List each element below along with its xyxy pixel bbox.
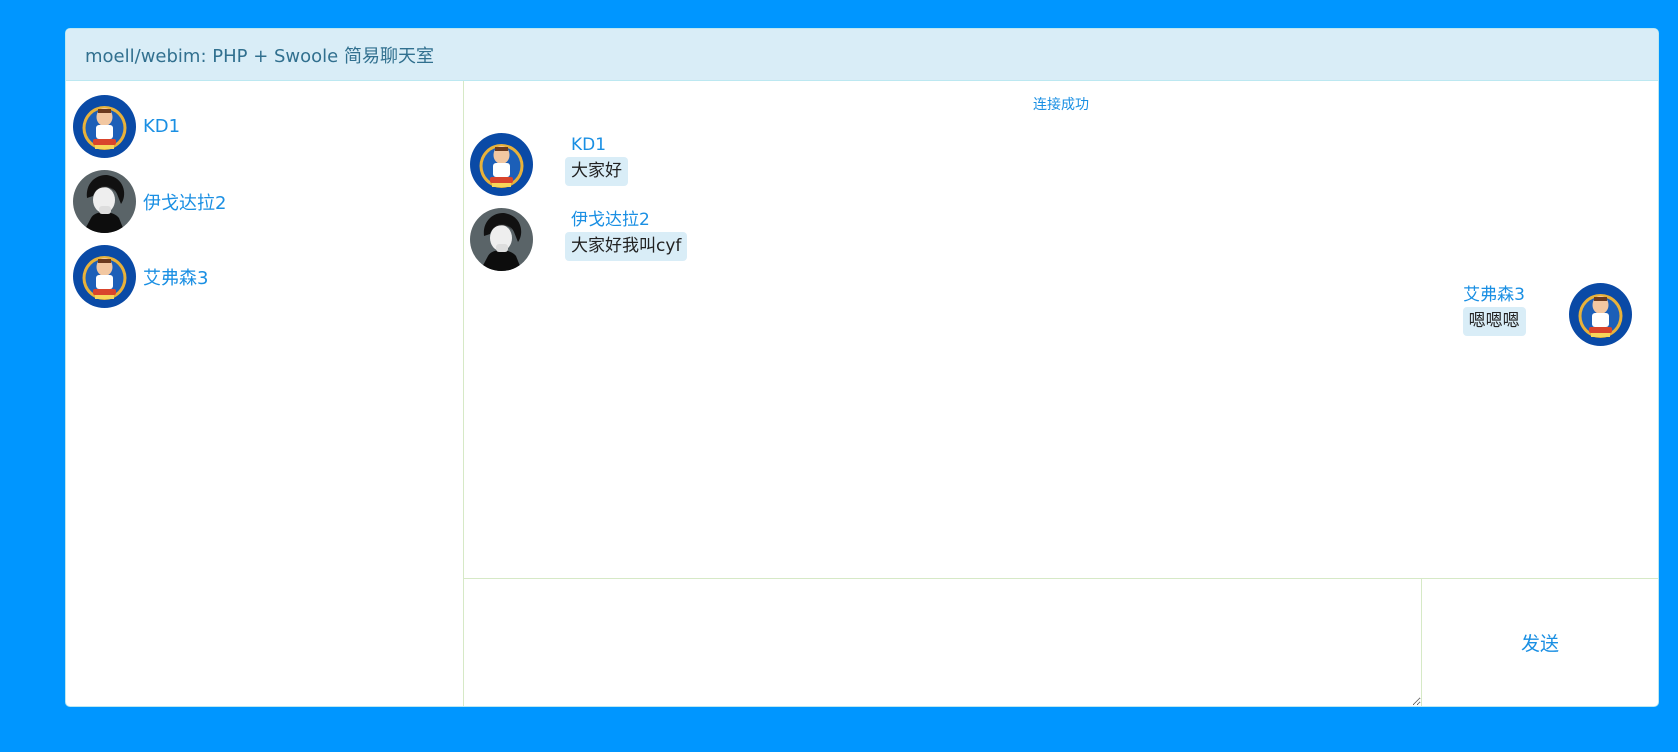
user-name[interactable]: 伊戈达拉2 [143,189,226,215]
chat-message: KD1 大家好 [470,133,628,196]
cartoon-avatar-icon [73,245,136,308]
send-button-label: 发送 [1520,633,1559,655]
cartoon-avatar-icon [1569,283,1632,346]
message-input[interactable] [464,579,1422,706]
message-author: 艾弗森3 [1463,285,1525,305]
cartoon-avatar-icon [470,133,533,196]
message-author: KD1 [571,135,607,155]
message-bubble: 大家好 [565,157,628,186]
message-composer: 发送 [464,579,1658,706]
chat-panel: moell/webim: PHP + Swoole 简易聊天室 KD1 伊戈达拉… [65,28,1659,707]
chat-message: 伊戈达拉2 大家好我叫cyf [470,208,688,271]
user-name[interactable]: KD1 [143,116,180,137]
message-author: 伊戈达拉2 [571,210,650,230]
message-bubble: 大家好我叫cyf [565,232,688,261]
user-name[interactable]: 艾弗森3 [143,264,208,290]
message-bubble: 嗯嗯嗯 [1462,307,1526,336]
online-user-list: KD1 伊戈达拉2 艾弗森3 [66,81,464,706]
user-list-item[interactable]: 伊戈达拉2 [66,164,463,239]
sketch-portrait-avatar-icon [73,170,136,233]
panel-heading: moell/webim: PHP + Swoole 简易聊天室 [66,29,1658,81]
message-body: 艾弗森3 嗯嗯嗯 [1457,283,1531,336]
system-notice: 连接成功 [1033,97,1089,113]
page-title: moell/webim: PHP + Swoole 简易聊天室 [85,45,434,67]
user-list-item[interactable]: KD1 [66,89,463,164]
chat-area: 连接成功 KD1 大家好 伊戈达拉2 大家好我叫cyf 艾弗森3 嗯嗯嗯 发送 [464,81,1658,706]
panel-body: KD1 伊戈达拉2 艾弗森3 连接成功 KD1 大家好 伊戈达拉2 大家好我叫c… [66,81,1658,706]
message-body: KD1 大家好 [565,133,628,186]
sketch-portrait-avatar-icon [470,208,533,271]
chat-message: 艾弗森3 嗯嗯嗯 [1457,283,1632,346]
message-list: 连接成功 KD1 大家好 伊戈达拉2 大家好我叫cyf 艾弗森3 嗯嗯嗯 [464,81,1658,579]
send-button[interactable]: 发送 [1422,579,1658,706]
user-list-item[interactable]: 艾弗森3 [66,239,463,314]
message-body: 伊戈达拉2 大家好我叫cyf [565,208,688,261]
cartoon-avatar-icon [73,95,136,158]
